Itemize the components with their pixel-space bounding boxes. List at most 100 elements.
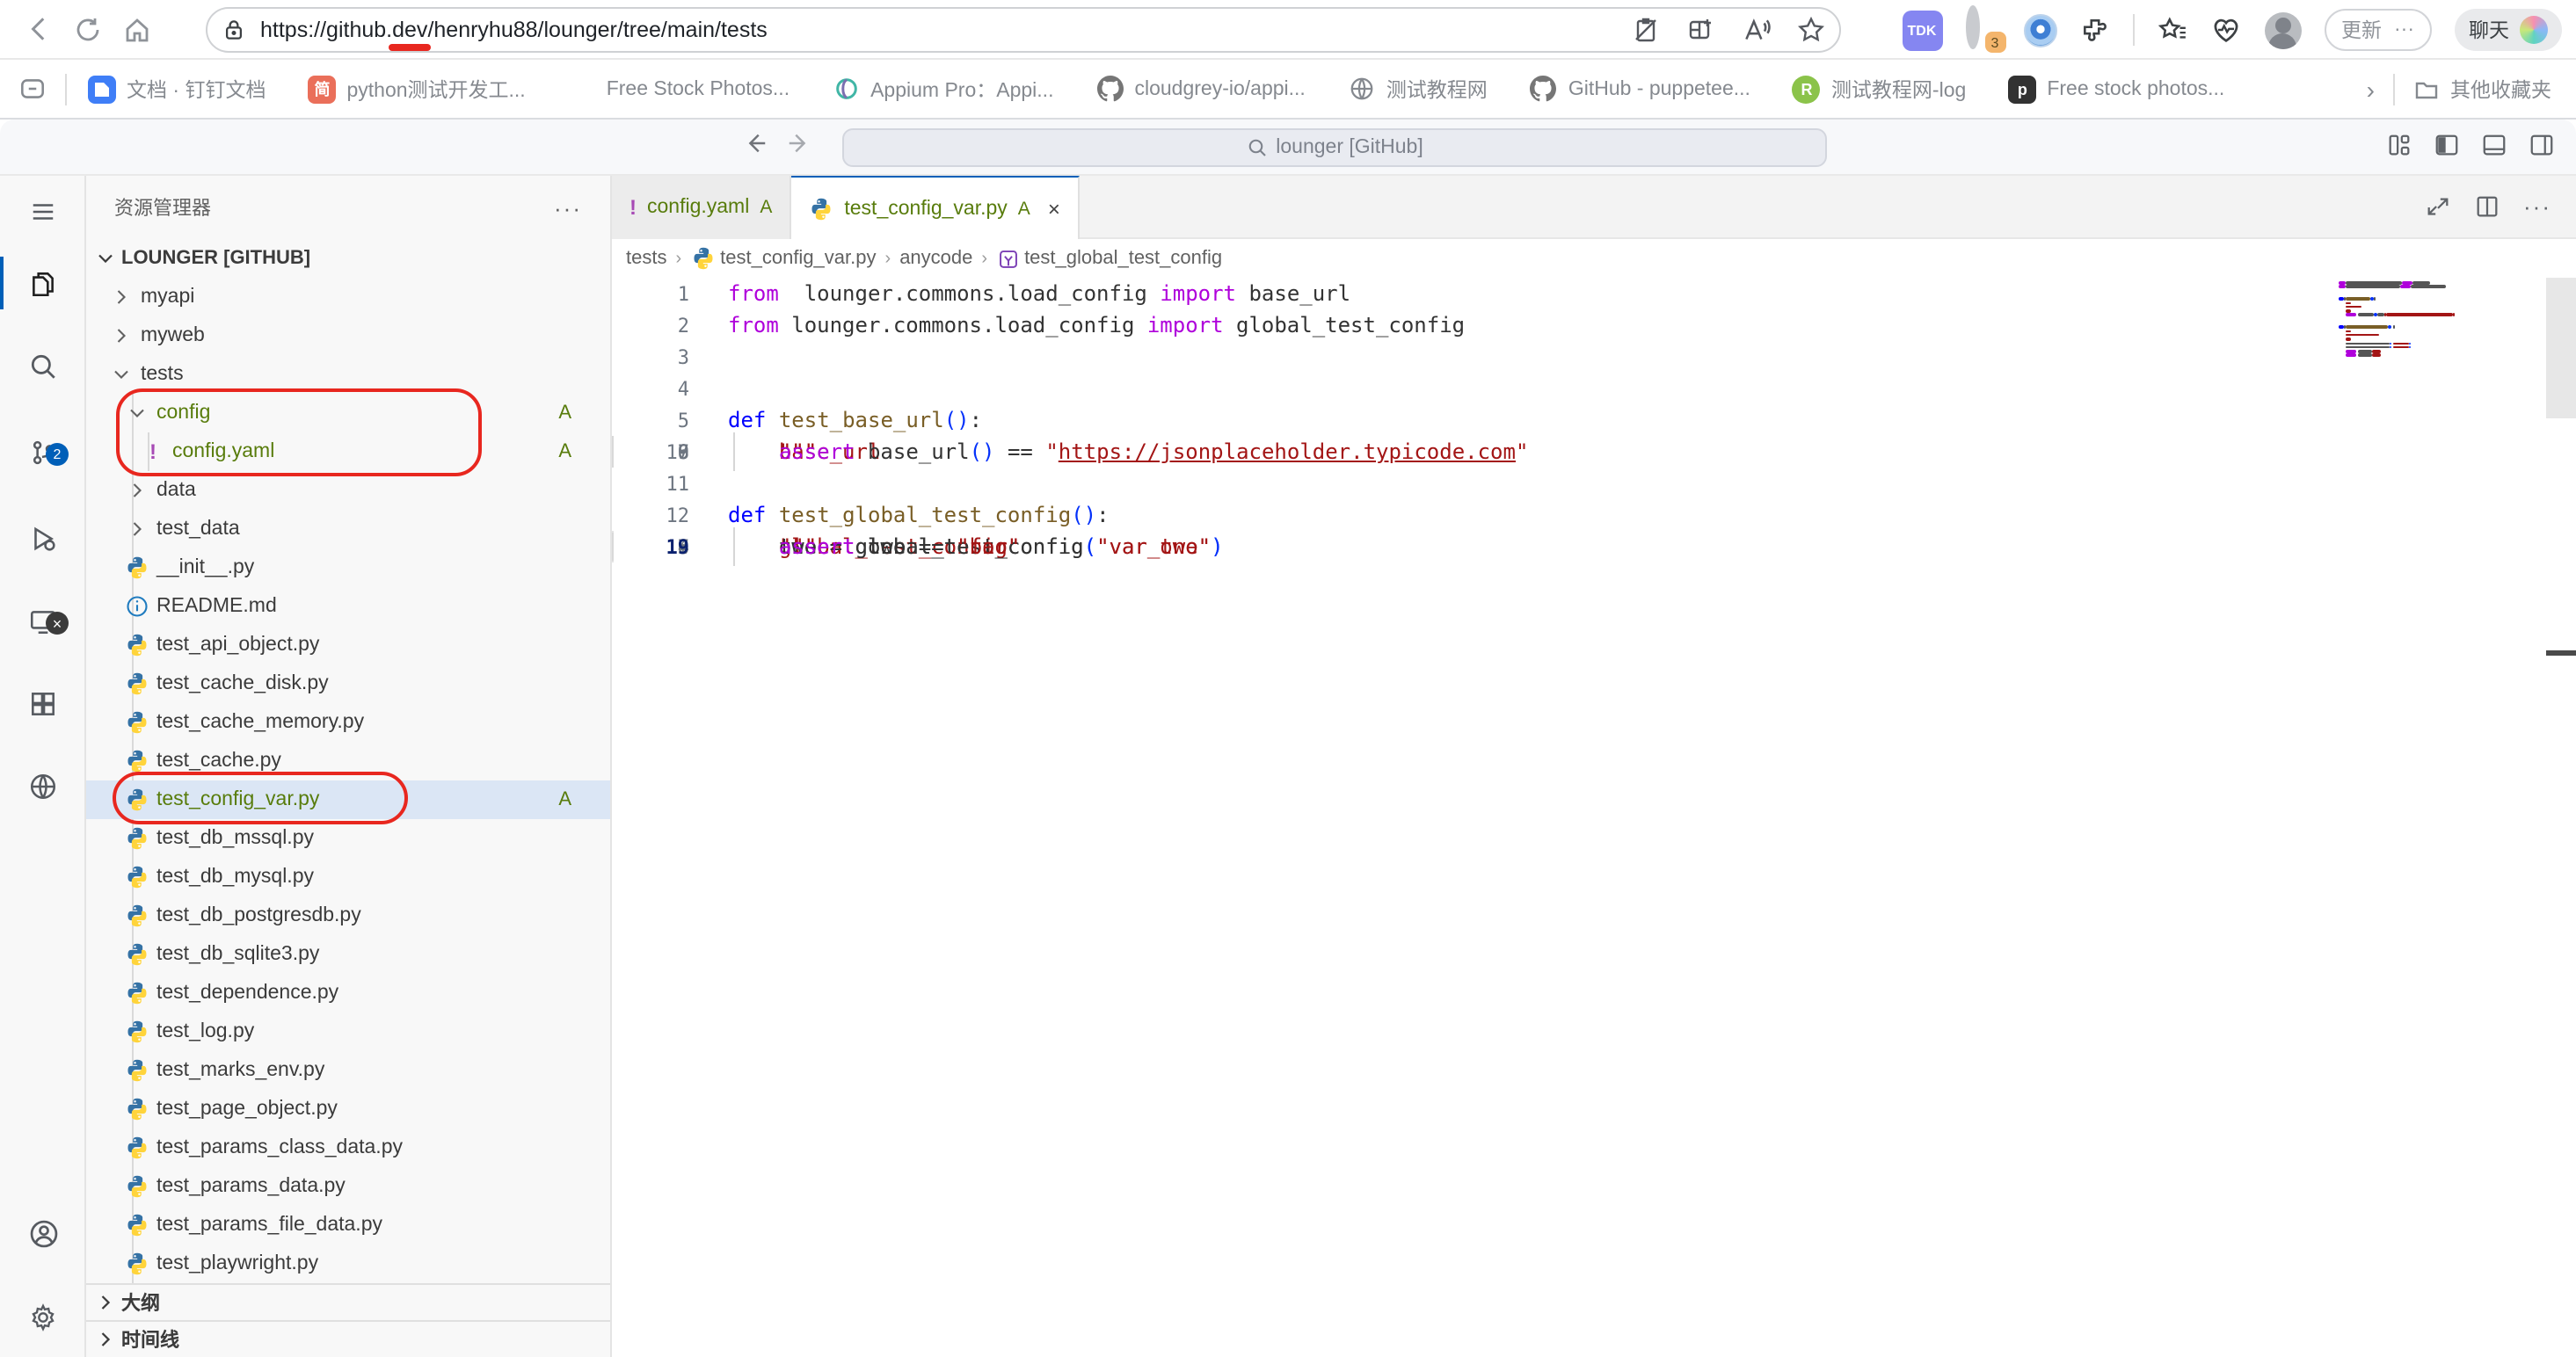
progress-ring-icon[interactable]: 3 [1965, 12, 2000, 47]
lock-icon[interactable] [222, 18, 246, 42]
code-line-9[interactable]: 9 assert base_url() == "https://jsonplac… [612, 436, 614, 468]
bookmark-item[interactable]: 测试教程网 [1348, 75, 1488, 103]
refresh-icon[interactable] [63, 4, 113, 54]
bookmark-item[interactable]: cloudgrey-io/appi... [1095, 75, 1305, 103]
tree-item-tests[interactable]: tests [86, 355, 610, 394]
run-debug-icon[interactable] [0, 508, 86, 568]
timeline-section[interactable]: 时间线 [86, 1320, 610, 1357]
command-center-search[interactable]: lounger [GitHub] [842, 128, 1827, 167]
tree-item-test-db-mssql-py[interactable]: test_db_mssql.py [86, 819, 610, 858]
code-area[interactable]: 1from lounger.commons.load_config import… [612, 278, 2576, 531]
other-favorites-folder[interactable]: 其他收藏夹 [2412, 75, 2551, 103]
extension-puzzle-icon[interactable] [2079, 15, 2109, 45]
tree-item-test-cache-disk-py[interactable]: test_cache_disk.py [86, 664, 610, 703]
chevron-down-icon[interactable] [107, 362, 135, 387]
editor-forward-icon[interactable] [786, 130, 812, 156]
tree-item-test-params-class-data-py[interactable]: test_params_class_data.py [86, 1128, 610, 1167]
tree-item-config[interactable]: configA [86, 394, 610, 432]
editor-tab-config-yaml[interactable]: !config.yamlA [612, 176, 791, 239]
tree-item-test-log-py[interactable]: test_log.py [86, 1012, 610, 1051]
close-tab-icon[interactable]: × [1048, 196, 1060, 221]
tree-item-config-yaml[interactable]: !config.yamlA [86, 432, 610, 471]
address-bar[interactable]: https://github.dev/henryhu88/lounger/tre… [206, 7, 1841, 53]
bookmark-item[interactable]: Appium Pro：Appi... [832, 75, 1053, 103]
update-button[interactable]: 更新 ··· [2324, 9, 2432, 51]
favorites-list-icon[interactable] [2157, 15, 2187, 45]
favorite-star-icon[interactable] [1797, 16, 1825, 44]
toggle-panel-icon[interactable] [2481, 132, 2507, 158]
tree-item-test-marks-env-py[interactable]: test_marks_env.py [86, 1051, 610, 1090]
chevron-right-icon[interactable] [107, 323, 135, 348]
bookmarks-overflow-icon[interactable]: › [2367, 75, 2375, 103]
customize-layout-icon[interactable] [2386, 132, 2412, 158]
chevron-right-icon[interactable] [107, 285, 135, 309]
code-line-12[interactable]: 12def test_global_test_config(): [612, 499, 2576, 531]
breadcrumb-item[interactable]: test_config_var.py [690, 246, 876, 271]
menu-icon[interactable] [0, 181, 86, 241]
chevron-down-icon[interactable] [123, 401, 151, 425]
bookmark-item[interactable]: R测试教程网-log [1793, 75, 1966, 103]
browser-essentials-icon[interactable] [2209, 14, 2241, 46]
code-line-19[interactable]: 19 assert two == "bar" [612, 531, 614, 562]
open-changes-icon[interactable] [2425, 193, 2451, 220]
split-editor-icon[interactable] [2474, 193, 2500, 220]
toggle-primary-sidebar-icon[interactable] [2434, 132, 2460, 158]
tree-item-test-params-data-py[interactable]: test_params_data.py [86, 1167, 610, 1206]
url-text[interactable]: https://github.dev/henryhu88/lounger/tre… [260, 18, 768, 42]
code-line-3[interactable]: 3 [612, 341, 2576, 373]
bookmark-item[interactable]: pFree stock photos... [2008, 75, 2224, 103]
tree-item-test-cache-py[interactable]: test_cache.py [86, 742, 610, 780]
chevron-right-icon[interactable] [123, 517, 151, 541]
tree-item-myweb[interactable]: myweb [86, 316, 610, 355]
tree-item-readme-md[interactable]: README.md [86, 587, 610, 626]
profile-avatar[interactable] [2264, 11, 2301, 48]
back-icon[interactable] [14, 4, 63, 54]
explorer-icon[interactable] [0, 253, 86, 313]
remote-explorer-icon[interactable] [0, 591, 86, 650]
outline-section[interactable]: 大纲 [86, 1283, 610, 1320]
code-line-2[interactable]: 2from lounger.commons.load_config import… [612, 309, 2576, 341]
workspace-section-header[interactable]: LOUNGER [GITHUB] [86, 239, 610, 278]
breadcrumb-item[interactable]: anycode [899, 248, 972, 269]
chat-copilot-button[interactable]: 聊天 [2455, 9, 2562, 51]
settings-gear-icon[interactable] [0, 1287, 86, 1346]
tree-item-data[interactable]: data [86, 471, 610, 510]
source-control-icon[interactable] [0, 422, 86, 482]
bookmark-item[interactable]: 文档 · 钉钉文档 [88, 75, 266, 103]
editor-more-actions-icon[interactable]: ··· [2523, 193, 2551, 220]
code-line-11[interactable]: 11 [612, 468, 2576, 499]
editor-scrollbar[interactable] [2546, 278, 2576, 418]
toggle-secondary-sidebar-icon[interactable] [2529, 132, 2555, 158]
tree-item-test-db-postgresdb-py[interactable]: test_db_postgresdb.py [86, 896, 610, 935]
breadcrumb-item[interactable]: test_global_test_config [996, 247, 1222, 270]
tree-item-test-db-sqlite3-py[interactable]: test_db_sqlite3.py [86, 935, 610, 974]
tree-item-test-db-mysql-py[interactable]: test_db_mysql.py [86, 858, 610, 896]
code-line-1[interactable]: 1from lounger.commons.load_config import… [612, 278, 2576, 309]
bookmark-item[interactable]: 简python测试开发工... [308, 75, 525, 103]
extensions-icon[interactable] [0, 673, 86, 733]
tdk-extension-icon[interactable]: TDK [1902, 10, 1942, 50]
update-more-icon[interactable]: ··· [2394, 19, 2414, 40]
bookmark-item[interactable]: GitHub - puppetee... [1530, 75, 1750, 103]
read-aloud-icon[interactable] [1741, 15, 1771, 45]
code-line-4[interactable]: 4 [612, 373, 2576, 404]
tree-item-test-playwright-py[interactable]: test_playwright.py [86, 1245, 610, 1283]
tree-item-test-api-object-py[interactable]: test_api_object.py [86, 626, 610, 664]
search-view-icon[interactable] [0, 336, 86, 395]
github-icon[interactable] [0, 756, 86, 816]
editor-tab-test-config-var-py[interactable]: test_config_var.pyA× [791, 176, 1079, 239]
minimap[interactable] [2339, 281, 2462, 362]
tree-item-test-data[interactable]: test_data [86, 510, 610, 548]
tree-item-test-dependence-py[interactable]: test_dependence.py [86, 974, 610, 1012]
tree-item-myapi[interactable]: myapi [86, 278, 610, 316]
breadcrumb-item[interactable]: tests [626, 248, 666, 269]
chevron-right-icon[interactable] [123, 478, 151, 503]
code-line-5[interactable]: 5def test_base_url(): [612, 404, 2576, 436]
lens-extension-icon[interactable] [2023, 13, 2056, 47]
home-icon[interactable] [113, 4, 162, 54]
bookmark-item[interactable]: Free Stock Photos... [568, 75, 790, 103]
tree-item--init-py[interactable]: __init__.py [86, 548, 610, 587]
tree-item-test-params-file-data-py[interactable]: test_params_file_data.py [86, 1206, 610, 1245]
account-icon[interactable] [0, 1204, 86, 1264]
clipboard-blocked-icon[interactable] [1632, 16, 1660, 44]
